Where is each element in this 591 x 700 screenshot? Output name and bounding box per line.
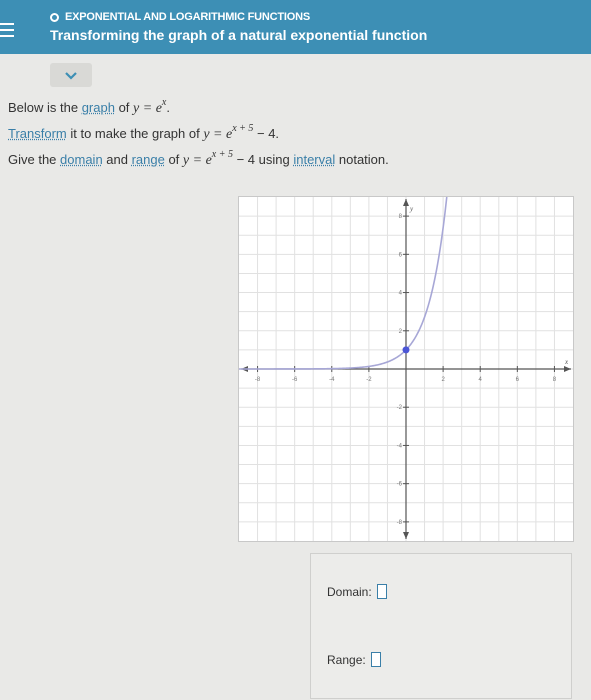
domain-row: Domain: bbox=[327, 584, 387, 599]
graph-panel[interactable]: -8 -6 -4 -2 2 4 6 8 8 6 4 2 -2 -4 -6 -8 x y bbox=[238, 196, 574, 542]
y-axis-arrow-down bbox=[403, 532, 409, 539]
y-tick-label: 6 bbox=[399, 252, 403, 258]
graph-canvas[interactable]: -8 -6 -4 -2 2 4 6 8 8 6 4 2 -2 -4 -6 -8 x y bbox=[239, 196, 573, 541]
topic-circle-icon bbox=[50, 12, 59, 22]
x-tick-label: -8 bbox=[255, 377, 261, 383]
y-tick-label: -4 bbox=[397, 443, 403, 449]
y-tick-label: -8 bbox=[397, 520, 403, 526]
x-tick-label: -2 bbox=[366, 377, 372, 383]
problem-line-3: Give the domain and range of y = ex + 5 … bbox=[8, 149, 389, 168]
x-tick-label: -4 bbox=[329, 377, 335, 383]
y-tick-label: -2 bbox=[397, 405, 403, 411]
x-tick-label: 6 bbox=[516, 377, 520, 383]
page-title: Transforming the graph of a natural expo… bbox=[50, 27, 428, 43]
curve-point bbox=[402, 346, 410, 354]
range-input[interactable] bbox=[370, 652, 381, 667]
problem-line-1: Below is the graph of y = ex. bbox=[8, 97, 170, 116]
x-tick-label: 2 bbox=[441, 377, 445, 383]
topic-heading: EXPONENTIAL AND LOGARITHMIC FUNCTIONS bbox=[50, 11, 310, 23]
interval-link[interactable]: interval bbox=[293, 152, 335, 167]
answer-panel: Domain: Range: bbox=[310, 553, 572, 699]
exponential-curve bbox=[239, 196, 448, 370]
menu-icon[interactable] bbox=[0, 23, 14, 37]
x-tick-label: 4 bbox=[479, 377, 483, 383]
x-axis-label: x bbox=[564, 358, 569, 366]
chevron-down-icon bbox=[65, 71, 77, 80]
topic-label: EXPONENTIAL AND LOGARITHMIC FUNCTIONS bbox=[65, 11, 310, 23]
x-tick-label: 8 bbox=[553, 377, 557, 383]
domain-input[interactable] bbox=[376, 584, 387, 599]
domain-label: Domain: bbox=[327, 584, 372, 599]
collapse-button[interactable] bbox=[50, 63, 92, 87]
transform-link[interactable]: Transform bbox=[8, 126, 67, 141]
problem-line-2: Transform it to make the graph of y = ex… bbox=[8, 123, 280, 142]
y-tick-label: -6 bbox=[397, 482, 403, 488]
y-tick-label: 2 bbox=[399, 329, 403, 335]
x-axis-arrow-right bbox=[564, 366, 571, 372]
y-axis-label: y bbox=[409, 205, 414, 213]
header-bar: EXPONENTIAL AND LOGARITHMIC FUNCTIONS Tr… bbox=[0, 0, 591, 54]
y-tick-label: 8 bbox=[399, 214, 403, 220]
y-tick-label: 4 bbox=[399, 291, 403, 297]
range-label: Range: bbox=[327, 652, 366, 667]
domain-link[interactable]: domain bbox=[60, 152, 103, 167]
range-link[interactable]: range bbox=[132, 152, 165, 167]
x-tick-label: -6 bbox=[292, 377, 298, 383]
graph-link[interactable]: graph bbox=[82, 100, 115, 115]
y-axis-arrow-up bbox=[403, 199, 409, 206]
range-row: Range: bbox=[327, 652, 381, 667]
